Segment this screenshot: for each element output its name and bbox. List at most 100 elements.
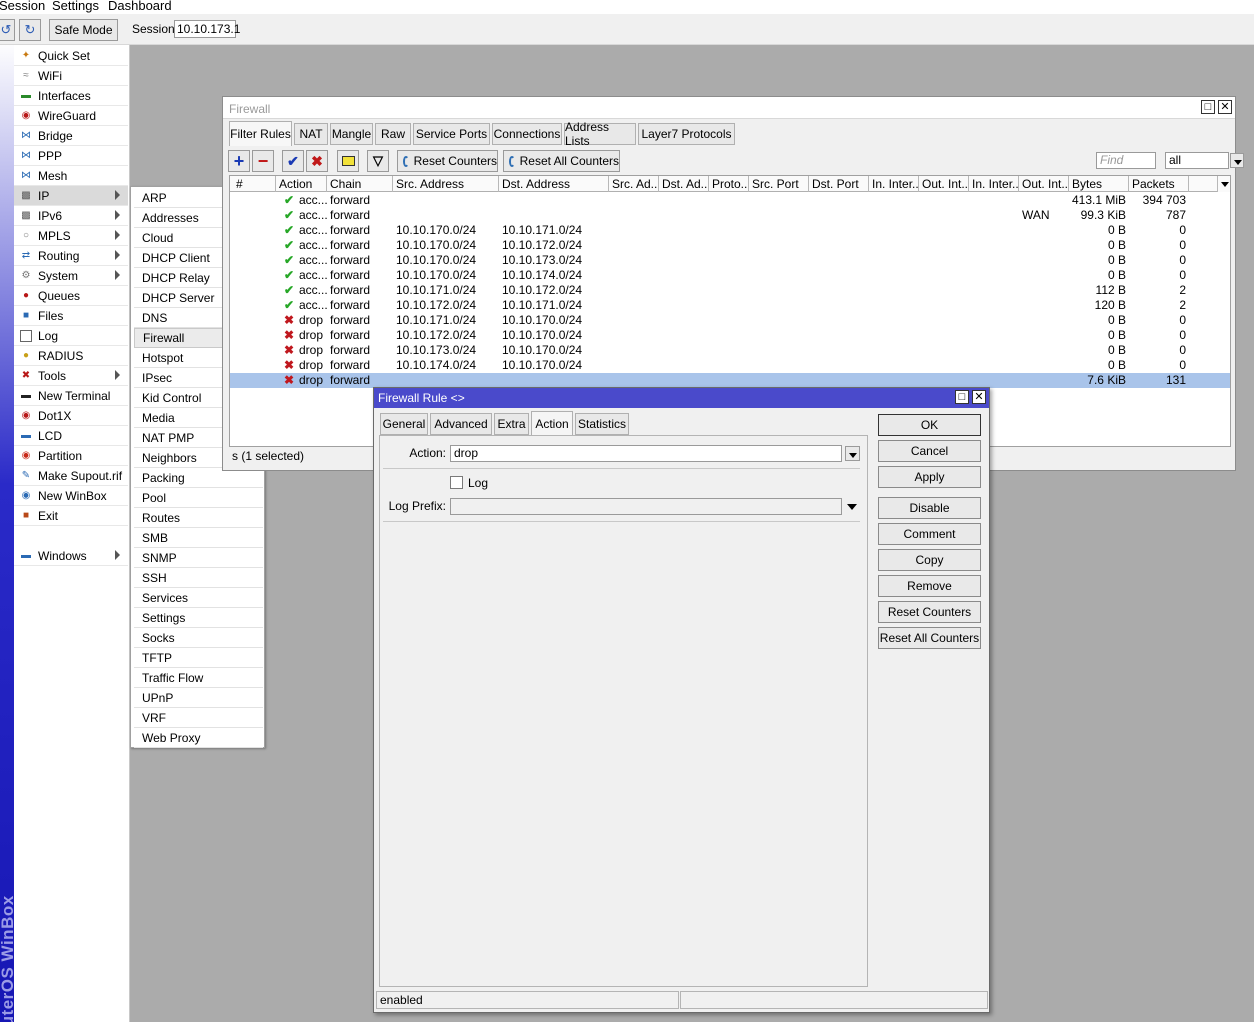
table-row[interactable]: ✔ acc... forward 10.10.170.0/24 10.10.173.0/… [230, 253, 1230, 268]
session-field[interactable]: 10.10.173.1 [174, 20, 240, 38]
close-button[interactable]: ✕ [1218, 100, 1232, 114]
menu-item-ppp[interactable]: ⋈ PPP [14, 146, 128, 166]
action-dropdown[interactable] [845, 446, 860, 461]
dialog-tab-statistics[interactable]: Statistics [575, 413, 629, 435]
menu-item-queues[interactable]: ● Queues [14, 286, 128, 306]
filter-select[interactable]: all [1165, 152, 1244, 169]
table-row[interactable]: ✔ acc... forward 413.1 MiB 394 703 [230, 193, 1230, 208]
table-row[interactable]: ✔ acc... forward 10.10.170.0/24 10.10.171.0/… [230, 223, 1230, 238]
dialog-tab-general[interactable]: General [380, 413, 428, 435]
dialog-maximize-button[interactable]: □ [955, 390, 969, 404]
column-header[interactable]: Proto... [709, 176, 749, 192]
submenu-item-services[interactable]: Services [134, 588, 263, 608]
table-row[interactable]: ✖ drop forward 10.10.172.0/24 10.10.170.0/24… [230, 328, 1230, 343]
reset-counters-button[interactable]: Reset Counters [878, 601, 981, 623]
firewall-title-bar[interactable]: Firewall □ ✕ [223, 97, 1235, 119]
table-row[interactable]: ✖ drop forward 10.10.173.0/24 10.10.170.0/24… [230, 343, 1230, 358]
dialog-tab-advanced[interactable]: Advanced [430, 413, 492, 435]
column-header[interactable]: Bytes [1069, 176, 1129, 192]
add-button[interactable]: + [228, 150, 250, 172]
table-row[interactable]: ✖ drop forward 7.6 KiB 131 [230, 373, 1230, 388]
submenu-item-settings[interactable]: Settings [134, 608, 263, 628]
menu-item-quick-set[interactable]: ✦ Quick Set [14, 46, 128, 66]
column-header[interactable]: Action [276, 176, 327, 192]
apply-button[interactable]: Apply [878, 466, 981, 488]
menu-session[interactable]: Session [0, 0, 45, 13]
submenu-item-packing[interactable]: Packing [134, 468, 263, 488]
column-header[interactable]: Src. Port [749, 176, 809, 192]
tab-mangle[interactable]: Mangle [330, 123, 373, 145]
safe-mode-button[interactable]: Safe Mode [49, 19, 118, 41]
table-row[interactable]: ✔ acc... forward 10.10.170.0/24 10.10.172.0/… [230, 238, 1230, 253]
menu-item-mpls[interactable]: ○ MPLS [14, 226, 128, 246]
log-prefix-input[interactable] [450, 498, 842, 515]
column-chooser[interactable] [1217, 176, 1230, 192]
dialog-tab-action[interactable]: Action [531, 411, 573, 435]
submenu-item-snmp[interactable]: SNMP [134, 548, 263, 568]
column-header[interactable]: Src. Ad... [609, 176, 659, 192]
tab-filter-rules[interactable]: Filter Rules [229, 121, 292, 146]
tab-layer7-protocols[interactable]: Layer7 Protocols [638, 123, 735, 145]
cancel-button[interactable]: Cancel [878, 440, 981, 462]
menu-item-bridge[interactable]: ⋈ Bridge [14, 126, 128, 146]
table-row[interactable]: ✔ acc... forward WAN 99.3 KiB 787 [230, 208, 1230, 223]
remove-button[interactable]: − [252, 150, 274, 172]
comment-button[interactable] [337, 150, 359, 172]
ok-button[interactable]: OK [878, 414, 981, 436]
column-header[interactable]: Dst. Ad... [659, 176, 709, 192]
tab-service-ports[interactable]: Service Ports [413, 123, 490, 145]
menu-item-new-terminal[interactable]: ▬ New Terminal [14, 386, 128, 406]
column-header[interactable]: Out. Int... [919, 176, 969, 192]
menu-item-wireguard[interactable]: ◉ WireGuard [14, 106, 128, 126]
undo-button[interactable]: ↺ [0, 19, 15, 41]
menu-item-tools[interactable]: ✖ Tools [14, 366, 128, 386]
filter-button[interactable]: ▽ [367, 150, 389, 172]
menu-item-new-winbox[interactable]: ◉ New WinBox [14, 486, 128, 506]
menu-item-ipv6[interactable]: ▩ IPv6 [14, 206, 128, 226]
menu-item-wifi[interactable]: ≈ WiFi [14, 66, 128, 86]
table-row[interactable]: ✔ acc... forward 10.10.172.0/24 10.10.171.0/… [230, 298, 1230, 313]
table-row[interactable]: ✔ acc... forward 10.10.170.0/24 10.10.174.0/… [230, 268, 1230, 283]
menu-item-routing[interactable]: ⇄ Routing [14, 246, 128, 266]
log-prefix-dropdown-icon[interactable] [847, 504, 857, 510]
dialog-close-button[interactable]: ✕ [972, 390, 986, 404]
submenu-item-vrf[interactable]: VRF [134, 708, 263, 728]
action-select[interactable]: drop [450, 445, 842, 462]
column-header[interactable]: Chain [327, 176, 393, 192]
chevron-down-icon[interactable] [1230, 153, 1244, 168]
submenu-item-tftp[interactable]: TFTP [134, 648, 263, 668]
tab-connections[interactable]: Connections [492, 123, 562, 145]
tab-address-lists[interactable]: Address Lists [564, 120, 636, 148]
menu-item-make-supout-rif[interactable]: ✎ Make Supout.rif [14, 466, 128, 486]
column-header[interactable]: Src. Address [393, 176, 499, 192]
menu-item-windows[interactable]: ▬ Windows [14, 546, 128, 566]
submenu-item-pool[interactable]: Pool [134, 488, 263, 508]
menu-item-radius[interactable]: ● RADIUS [14, 346, 128, 366]
menu-item-dot1x[interactable]: ◉ Dot1X [14, 406, 128, 426]
column-header[interactable]: In. Inter... [869, 176, 919, 192]
submenu-item-ssh[interactable]: SSH [134, 568, 263, 588]
menu-item-partition[interactable]: ◉ Partition [14, 446, 128, 466]
find-input[interactable]: Find [1096, 152, 1156, 169]
submenu-item-socks[interactable]: Socks [134, 628, 263, 648]
reset-all-counters-button[interactable]: Reset All Counters [503, 150, 620, 172]
menu-settings[interactable]: Settings [52, 0, 99, 13]
dialog-title-bar[interactable]: Firewall Rule <> □ ✕ [374, 388, 989, 408]
disable-button[interactable]: ✖ [306, 150, 328, 172]
remove-button[interactable]: Remove [878, 575, 981, 597]
tab-nat[interactable]: NAT [294, 123, 328, 145]
column-header[interactable]: Packets [1129, 176, 1189, 192]
column-header[interactable]: Dst. Port [809, 176, 869, 192]
menu-item-lcd[interactable]: ▬ LCD [14, 426, 128, 446]
table-row[interactable]: ✔ acc... forward 10.10.171.0/24 10.10.172.0/… [230, 283, 1230, 298]
submenu-item-traffic-flow[interactable]: Traffic Flow [134, 668, 263, 688]
dialog-tab-extra[interactable]: Extra [494, 413, 529, 435]
disable-button[interactable]: Disable [878, 497, 981, 519]
menu-item-mesh[interactable]: ⋈ Mesh [14, 166, 128, 186]
menu-dashboard[interactable]: Dashboard [108, 0, 172, 13]
maximize-button[interactable]: □ [1201, 100, 1215, 114]
table-row[interactable]: ✖ drop forward 10.10.174.0/24 10.10.170.0/24… [230, 358, 1230, 373]
submenu-item-upnp[interactable]: UPnP [134, 688, 263, 708]
menu-item-exit[interactable]: ■ Exit [14, 506, 128, 526]
menu-item-log[interactable]: Log [14, 326, 128, 346]
